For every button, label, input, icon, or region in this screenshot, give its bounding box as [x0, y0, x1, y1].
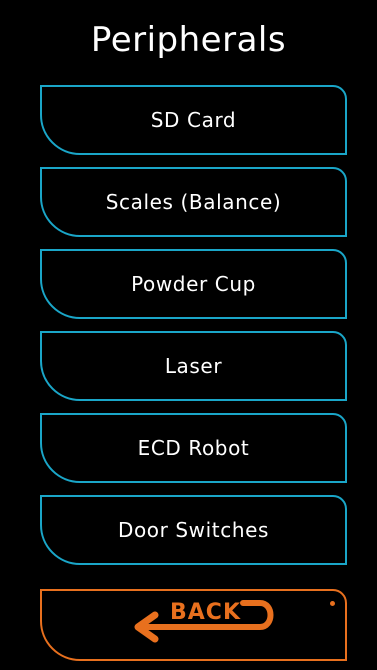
door-switches-button-label: Door Switches	[117, 518, 270, 542]
door-switches-button[interactable]: Door Switches	[40, 495, 347, 565]
peripherals-menu: SD Card Scales (Balance) Powder Cup Lase…	[40, 85, 347, 577]
status-dot-icon	[330, 601, 335, 606]
laser-button-label: Laser	[164, 354, 223, 378]
ecd-robot-button-label: ECD Robot	[137, 436, 250, 460]
ecd-robot-button[interactable]: ECD Robot	[40, 413, 347, 483]
scales-balance-button[interactable]: Scales (Balance)	[40, 167, 347, 237]
powder-cup-button-label: Powder Cup	[131, 272, 256, 296]
page-title: Peripherals	[90, 20, 287, 60]
scales-balance-button-label: Scales (Balance)	[105, 190, 282, 214]
sd-card-button-label: SD Card	[150, 108, 237, 132]
laser-button[interactable]: Laser	[40, 331, 347, 401]
back-button[interactable]: BACK	[40, 589, 347, 661]
powder-cup-button[interactable]: Powder Cup	[40, 249, 347, 319]
sd-card-button[interactable]: SD Card	[40, 85, 347, 155]
back-button-label: BACK	[170, 600, 241, 625]
